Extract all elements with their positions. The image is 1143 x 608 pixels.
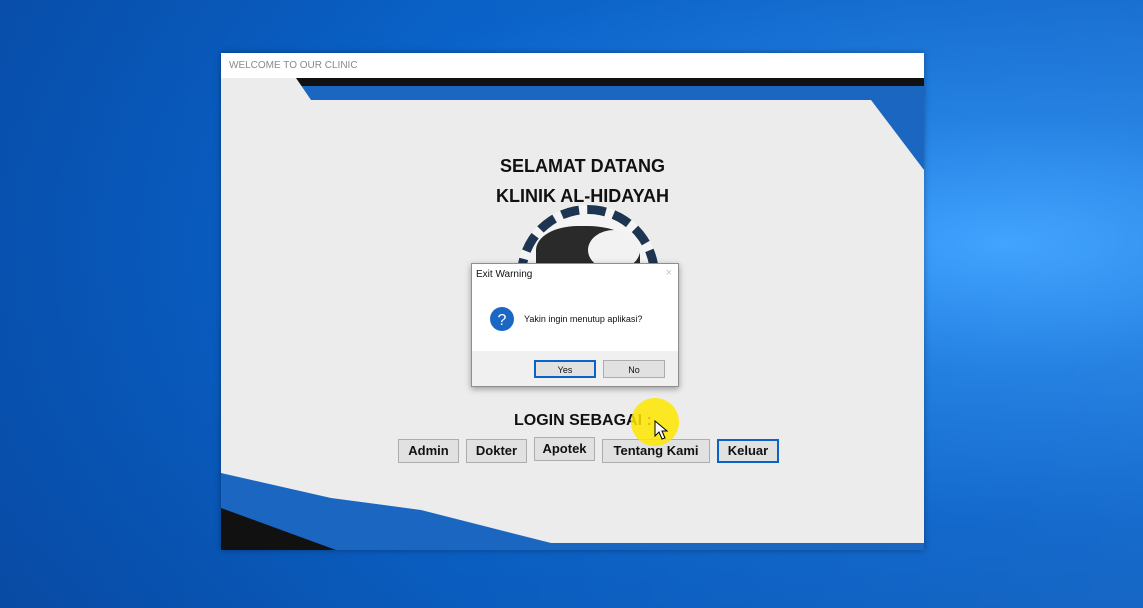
- top-left-gap: [221, 78, 311, 100]
- dialog-message: Yakin ingin menutup aplikasi?: [524, 314, 643, 324]
- heading-welcome: SELAMAT DATANG: [500, 156, 665, 176]
- exit-warning-dialog: Exit Warning × ? Yakin ingin menutup apl…: [471, 263, 679, 387]
- svg-text:?: ?: [498, 312, 507, 329]
- top-dark-band: [221, 78, 924, 86]
- window-title: WELCOME TO OUR CLINIC: [221, 53, 924, 78]
- bottom-blue-band: [221, 473, 924, 550]
- dialog-close-icon[interactable]: ×: [666, 267, 672, 279]
- apotek-button[interactable]: Apotek: [534, 437, 595, 461]
- heading-clinic-name: KLINIK AL-HIDAYAH: [495, 186, 669, 206]
- question-icon: ?: [490, 307, 514, 331]
- admin-button[interactable]: Admin: [398, 439, 459, 463]
- no-button[interactable]: No: [603, 360, 665, 378]
- keluar-button[interactable]: Keluar: [717, 439, 779, 463]
- dialog-title: Exit Warning: [476, 269, 533, 280]
- yes-button[interactable]: Yes: [534, 360, 596, 378]
- mouse-cursor-icon: [654, 420, 668, 440]
- dokter-button[interactable]: Dokter: [466, 439, 527, 463]
